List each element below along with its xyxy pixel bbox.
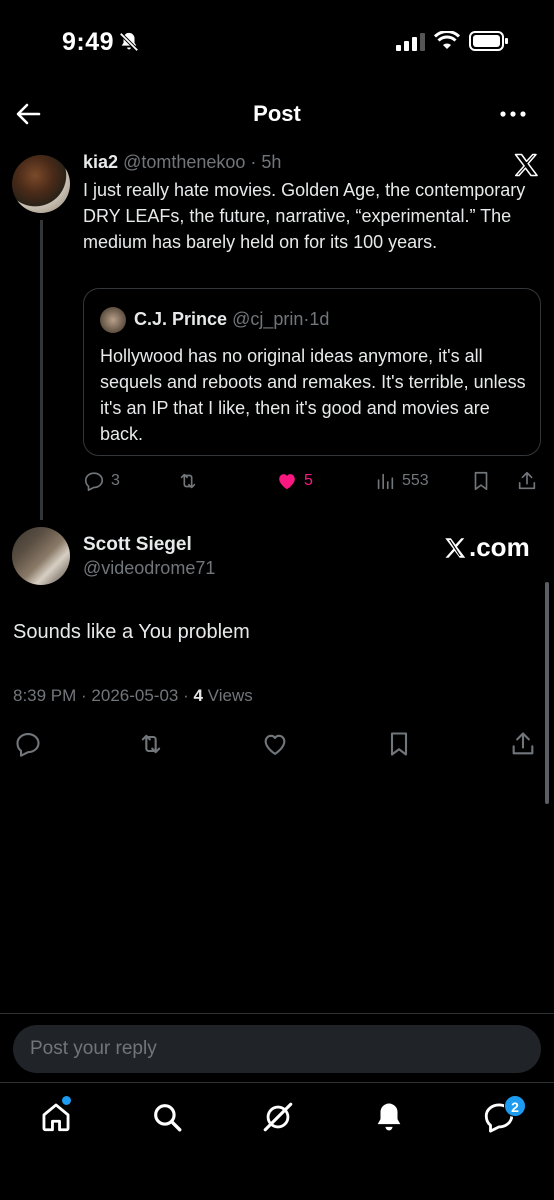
divider [0,1013,554,1014]
reply-button[interactable]: 3 [83,468,120,494]
avatar[interactable] [12,527,70,585]
quoted-author-name: C.J. Prince [134,309,228,329]
home-icon[interactable] [39,1100,73,1134]
more-options-icon[interactable] [497,100,529,128]
separator-dot: · [245,152,262,172]
parent-post-actions: 3 5 553 [83,468,541,494]
repost-icon [180,473,196,489]
view-count: 553 [402,472,429,489]
quoted-author-handle: @cj_prin [232,309,304,329]
home-notification-dot [62,1096,71,1105]
search-icon[interactable] [150,1100,184,1134]
bookmark-button[interactable] [470,468,492,494]
parent-post-header: kia2 @tomthenekoo · 5h [83,152,281,173]
battery-icon [469,31,508,51]
notifications-bell-icon[interactable] [372,1100,406,1134]
messages-badge: 2 [504,1095,526,1117]
bell-off-icon [119,32,139,52]
author-handle[interactable]: @videodrome71 [83,558,215,579]
share-button[interactable] [516,468,538,494]
views-label[interactable]: Views [203,686,253,705]
x-com-watermark: .com [442,532,530,563]
reply-icon [84,472,104,491]
reply-placeholder: Post your reply [30,1038,157,1059]
post-meta: 8:39 PM · 2026-05-03 · 4 Views [13,686,253,706]
share-icon [518,471,536,490]
top-header: Post [0,90,554,140]
avatar[interactable] [12,155,70,213]
author-name[interactable]: kia2 [83,152,118,172]
grok-icon[interactable] [261,1100,295,1134]
author-name[interactable]: Scott Siegel [83,534,192,556]
quoted-post-card[interactable]: C.J. Prince @cj_prin·1d Hollywood has no… [83,288,541,456]
reply-icon[interactable] [14,730,42,758]
like-button[interactable]: 5 [276,468,313,494]
heart-filled-icon [279,474,295,490]
quoted-post-age: 1d [309,309,330,329]
bookmark-icon [474,471,488,491]
main-post-actions [0,730,554,758]
quoted-post-header: C.J. Prince @cj_prin·1d [134,309,329,330]
bottom-nav: 2 [0,1082,554,1200]
reply-count: 3 [111,472,120,489]
page-title: Post [253,101,301,126]
x-logo-icon [514,153,538,177]
share-icon[interactable] [509,730,537,758]
views-bar-chart-icon [377,473,394,490]
cellular-signal-icon [396,33,425,51]
repost-button[interactable] [177,468,199,494]
views-count[interactable]: 4 [193,686,202,705]
quoted-post-text: Hollywood has no original ideas anymore,… [100,346,526,444]
status-bar: 9:49 [0,0,554,84]
like-count: 5 [304,472,313,489]
repost-icon[interactable] [137,730,165,758]
avatar [100,307,126,333]
bookmark-icon[interactable] [385,730,413,758]
heart-icon[interactable] [261,730,289,758]
x-logo-icon [445,537,466,558]
views-button[interactable]: 553 [374,468,429,494]
author-handle[interactable]: @tomthenekoo [123,152,245,172]
post-text: Sounds like a You problem [13,621,250,643]
post-age: 5h [261,152,282,172]
wifi-icon [434,31,460,49]
x-com-text: .com [469,532,530,562]
status-time: 9:49 [62,28,115,56]
thread-connector-line [40,220,43,520]
reply-input[interactable]: Post your reply [13,1025,541,1073]
post-timestamp: 8:39 PM · 2026-05-03 · [13,686,194,705]
scrollbar[interactable] [545,582,549,804]
post-text: I just really hate movies. Golden Age, t… [83,180,526,252]
